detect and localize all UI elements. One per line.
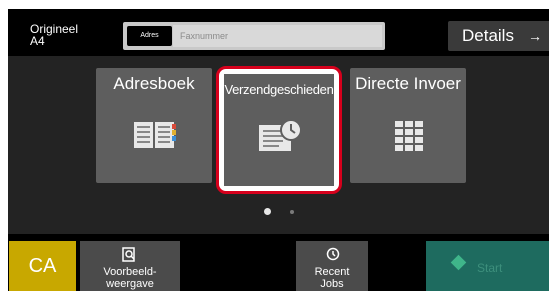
details-label: Details: [462, 26, 514, 45]
recent-label-line1: Recent: [314, 266, 350, 278]
history-icon: [326, 247, 340, 261]
start-button[interactable]: Start: [426, 241, 549, 291]
details-button[interactable]: Details →: [448, 21, 549, 51]
page-indicator-active: [264, 208, 271, 215]
address-bar: Adres Faxnummer: [123, 22, 385, 50]
tile-direct-entry[interactable]: Directe Invoer: [350, 68, 466, 183]
start-icon: [450, 254, 467, 271]
preview-label-line2: weergave: [106, 278, 154, 290]
preview-button[interactable]: Voorbeeld- weergave: [80, 241, 180, 291]
recent-jobs-button[interactable]: Recent Jobs: [296, 241, 368, 291]
tile-send-history[interactable]: Verzendgeschieden: [216, 66, 342, 194]
address-button[interactable]: Adres: [127, 26, 172, 46]
original-size-indicator[interactable]: Origineel A4: [30, 23, 78, 47]
tile-direct-entry-label: Directe Invoer: [355, 74, 461, 93]
arrow-right-icon: →: [528, 28, 542, 44]
start-label: Start: [477, 261, 503, 275]
page-indicator-inactive: [290, 210, 294, 214]
tile-address-book-label: Adresboek: [113, 74, 195, 93]
clear-all-button[interactable]: CA: [9, 241, 76, 291]
preview-label-line1: Voorbeeld-: [103, 266, 157, 278]
fax-screen: Origineel A4 Adres Faxnummer Details → A…: [8, 9, 549, 291]
tile-address-book[interactable]: Adresboek: [96, 68, 212, 183]
keypad-icon: [395, 121, 423, 151]
original-size: A4: [30, 34, 45, 48]
send-history-icon: [259, 119, 302, 151]
address-book-icon: [134, 122, 176, 148]
preview-icon: [122, 247, 135, 262]
recent-label-line2: Jobs: [320, 278, 344, 290]
bottom-bar: CA Voorbeeld- weergave Recent Jobs Start: [8, 241, 549, 291]
fax-number-input[interactable]: Faxnummer: [173, 25, 382, 47]
tile-send-history-label: Verzendgeschieden: [224, 82, 334, 97]
